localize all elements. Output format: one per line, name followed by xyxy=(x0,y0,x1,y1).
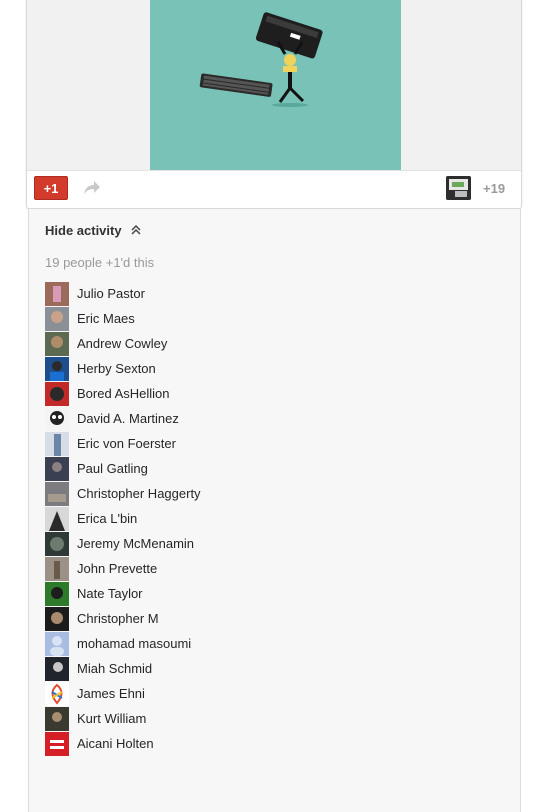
person-item[interactable]: Erica L'bin xyxy=(45,506,201,531)
plus-one-button[interactable]: +1 xyxy=(34,176,68,200)
person-name[interactable]: Miah Schmid xyxy=(77,661,152,676)
person-item[interactable]: Christopher M xyxy=(45,606,201,631)
person-name[interactable]: Herby Sexton xyxy=(77,361,156,376)
person-name[interactable]: Christopher Haggerty xyxy=(77,486,201,501)
person-item[interactable]: John Prevette xyxy=(45,556,201,581)
share-button[interactable] xyxy=(82,179,102,197)
person-item[interactable]: Nate Taylor xyxy=(45,581,201,606)
person-item[interactable]: Aicani Holten xyxy=(45,731,201,756)
avatar[interactable] xyxy=(45,531,69,556)
person-item[interactable]: mohamad masoumi xyxy=(45,631,201,656)
people-list: Julio Pastor Eric Maes Andrew Cowley Her… xyxy=(45,281,201,756)
person-name[interactable]: Aicani Holten xyxy=(77,736,154,751)
person-item[interactable]: Eric von Foerster xyxy=(45,431,201,456)
person-item[interactable]: Bored AsHellion xyxy=(45,381,201,406)
page: +1 +19 Hide activity 19 people +1'd this… xyxy=(0,0,546,812)
avatar[interactable] xyxy=(45,431,69,456)
chevron-double-up-icon[interactable] xyxy=(130,223,142,237)
hide-activity-link[interactable]: Hide activity xyxy=(45,223,122,238)
person-item[interactable]: James Ehni xyxy=(45,681,201,706)
post-image[interactable] xyxy=(150,0,401,170)
avatar[interactable] xyxy=(45,406,69,431)
person-name[interactable]: Julio Pastor xyxy=(77,286,145,301)
person-name[interactable]: David A. Martinez xyxy=(77,411,179,426)
avatar[interactable] xyxy=(45,481,69,506)
share-arrow-icon xyxy=(84,181,100,194)
avatar[interactable] xyxy=(45,656,69,681)
person-name[interactable]: Kurt William xyxy=(77,711,146,726)
person-name[interactable]: Bored AsHellion xyxy=(77,386,170,401)
avatar[interactable] xyxy=(45,581,69,606)
post-media-area xyxy=(27,0,521,171)
person-name[interactable]: James Ehni xyxy=(77,686,145,701)
keyboard-smash-illustration xyxy=(150,0,401,170)
people-count-text: 19 people +1'd this xyxy=(45,255,155,270)
avatar[interactable] xyxy=(45,631,69,656)
person-name[interactable]: Andrew Cowley xyxy=(77,336,167,351)
avatar[interactable] xyxy=(45,706,69,731)
person-name[interactable]: Erica L'bin xyxy=(77,511,137,526)
person-name[interactable]: Eric von Foerster xyxy=(77,436,176,451)
person-name[interactable]: Jeremy McMenamin xyxy=(77,536,194,551)
post-action-bar: +1 +19 xyxy=(27,170,521,208)
avatar[interactable] xyxy=(45,506,69,531)
person-item[interactable]: David A. Martinez xyxy=(45,406,201,431)
person-name[interactable]: mohamad masoumi xyxy=(77,636,191,651)
avatar[interactable] xyxy=(45,306,69,331)
plusoner-avatar[interactable] xyxy=(446,176,471,200)
person-item[interactable]: Julio Pastor xyxy=(45,281,201,306)
avatar-image xyxy=(446,176,471,200)
person-name[interactable]: Paul Gatling xyxy=(77,461,148,476)
avatar[interactable] xyxy=(45,281,69,306)
avatar[interactable] xyxy=(45,731,69,756)
person-item[interactable]: Christopher Haggerty xyxy=(45,481,201,506)
activity-panel: Hide activity 19 people +1'd this Julio … xyxy=(28,209,521,812)
person-item[interactable]: Miah Schmid xyxy=(45,656,201,681)
avatar[interactable] xyxy=(45,356,69,381)
plus-one-count[interactable]: +19 xyxy=(483,181,505,196)
person-item[interactable]: Kurt William xyxy=(45,706,201,731)
person-item[interactable]: Andrew Cowley xyxy=(45,331,201,356)
person-name[interactable]: Nate Taylor xyxy=(77,586,143,601)
person-item[interactable]: Jeremy McMenamin xyxy=(45,531,201,556)
avatar[interactable] xyxy=(45,381,69,406)
person-item[interactable]: Paul Gatling xyxy=(45,456,201,481)
person-name[interactable]: Christopher M xyxy=(77,611,159,626)
person-item[interactable]: Herby Sexton xyxy=(45,356,201,381)
avatar[interactable] xyxy=(45,456,69,481)
person-item[interactable]: Eric Maes xyxy=(45,306,201,331)
person-name[interactable]: Eric Maes xyxy=(77,311,135,326)
person-name[interactable]: John Prevette xyxy=(77,561,157,576)
post-card: +1 +19 xyxy=(26,0,522,209)
avatar[interactable] xyxy=(45,331,69,356)
avatar[interactable] xyxy=(45,556,69,581)
avatar[interactable] xyxy=(45,681,69,706)
avatar[interactable] xyxy=(45,606,69,631)
